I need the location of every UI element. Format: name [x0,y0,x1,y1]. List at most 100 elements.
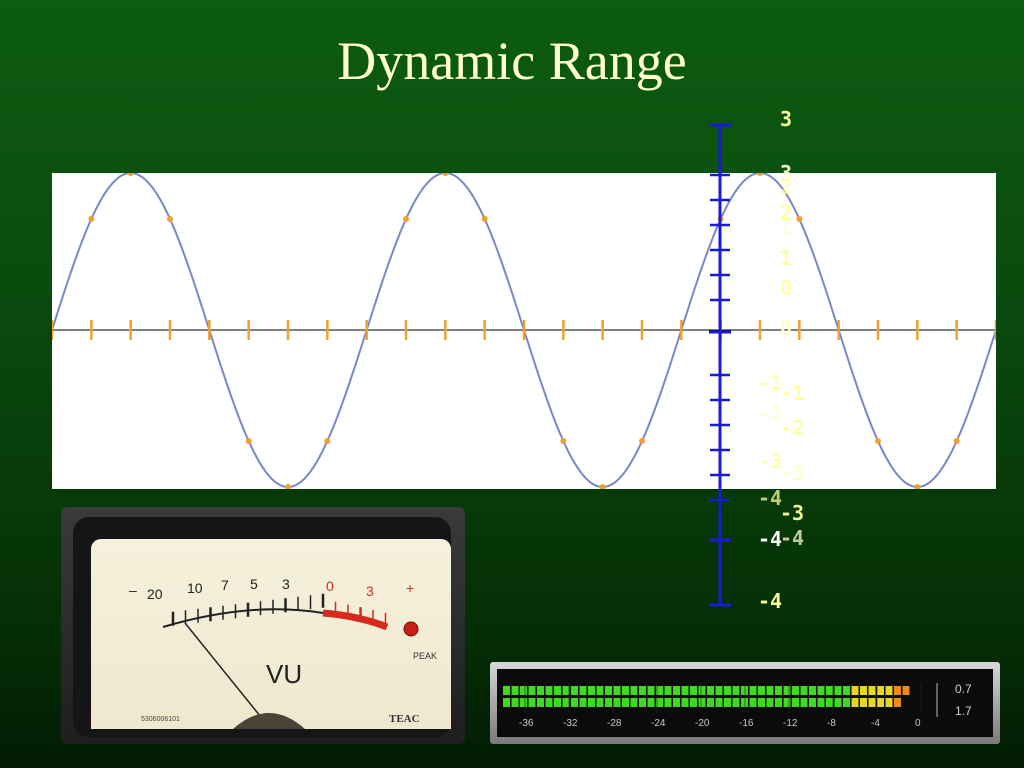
meter-segment [817,686,825,695]
meter-segment [622,686,629,695]
scale-label-accent: -4 [758,527,782,551]
meter-segment [902,686,910,695]
meter-segment [724,698,731,707]
meter-readout-1: 0.7 [955,682,972,696]
vu-serial-number: 5306006101 [141,716,180,723]
meter-segment [596,698,604,707]
meter-scale-label: -28 [607,718,622,729]
meter-segment [622,698,629,707]
scale-overlap-label: 0 [780,276,792,300]
digital-level-meter: -36 -32 -28 -24 -20 -16 -12 -8 -4 0 0.7 1.7 [490,662,1000,744]
meter-segment [860,698,867,707]
meter-segment [826,686,833,695]
meter-scale-label: -20 [695,718,710,729]
vu-needle [184,622,270,728]
sample-marker [88,215,95,222]
meter-scale-label: -36 [519,718,534,729]
meter-segment [800,686,808,695]
vu-scale-3: 3 [282,576,290,592]
meter-segment [783,686,791,695]
scale-overlap-label: 2 [780,175,792,199]
sample-marker [442,173,449,176]
vu-meter-face: – 20 10 7 5 3 0 3 + VU PEAK 5306006101 T… [91,539,451,729]
meter-segment [511,686,519,695]
meter-segment [775,698,782,707]
meter-segment [605,686,612,695]
meter-segment [528,698,536,707]
vu-peak-label: PEAK [413,651,438,661]
vu-label: VU [266,659,303,689]
meter-segment [741,686,748,695]
sine-wave-plot [52,173,996,489]
scale-overlap-label: 0 [780,316,792,340]
meter-segment [681,698,689,707]
scale-overlap-label: 1 [780,216,792,240]
meter-segment [851,698,859,707]
meter-segment [809,686,816,695]
sample-marker [875,438,881,445]
meter-segment [673,698,680,707]
meter-segment [877,698,884,707]
peak-led-icon [403,621,419,637]
meter-segment [537,698,544,707]
meter-segment [894,698,901,707]
meter-segment [868,686,876,695]
meter-segment [877,686,884,695]
meter-segment [834,686,842,695]
meter-segment [724,686,731,695]
sample-marker [403,215,409,222]
meter-segment [588,686,595,695]
scale-overlapping-labels: 3221100-1-1-2-2-3-3-4-3-4 [758,161,804,550]
meter-segment [868,698,876,707]
sample-marker [324,438,331,445]
meter-segment [503,686,510,695]
meter-segment [715,686,723,695]
meter-segment [749,686,757,695]
vu-red-zone [322,609,389,631]
meter-segment [647,698,655,707]
meter-segment [545,698,553,707]
scale-label-top: 3 [780,107,792,131]
sample-marker [245,438,252,445]
meter-segment [554,686,561,695]
vu-scale-ticks [171,593,387,627]
meter-segment [596,686,604,695]
scale-overlap-label: -2 [758,401,782,425]
meter-segment [562,698,570,707]
meter-segment [571,686,578,695]
meter-segment [851,686,859,695]
sample-marker [167,215,173,222]
meter-segment [809,698,816,707]
meter-segment [588,698,595,707]
scale-overlap-label: 1 [780,246,792,270]
digital-meter-display: -36 -32 -28 -24 -20 -16 -12 -8 -4 0 0.7 1.7 [497,669,993,737]
meter-segment [885,698,893,707]
vu-scale-0: 0 [326,578,334,594]
meter-scale-label: -24 [651,718,666,729]
sample-marker [127,173,134,176]
sample-marker [639,438,645,445]
scale-overlap-label: -4 [758,486,782,510]
scale-overlap-label: -3 [780,461,804,485]
meter-segment [715,698,723,707]
sample-marker [953,438,960,445]
meter-segment [554,698,561,707]
scale-overlap-label: -3 [758,449,782,473]
vu-brand-logo: TEAC [389,713,420,725]
vu-scale-minus: – [129,582,137,598]
meter-segment [792,686,799,695]
meter-scale-label: -16 [739,718,754,729]
meter-segment [571,698,578,707]
meter-segment [503,698,510,707]
meter-segment [732,686,740,695]
vu-meter-dial: – 20 10 7 5 3 0 3 + [129,576,419,729]
meter-segment [766,698,774,707]
meter-readout-2: 1.7 [955,704,972,718]
meter-segment [843,698,850,707]
scale-overlap-label: -3 [780,501,804,525]
meter-segment [639,686,646,695]
meter-segment [528,686,536,695]
meter-segment [758,698,765,707]
meter-segment [707,698,714,707]
meter-segment [630,686,638,695]
